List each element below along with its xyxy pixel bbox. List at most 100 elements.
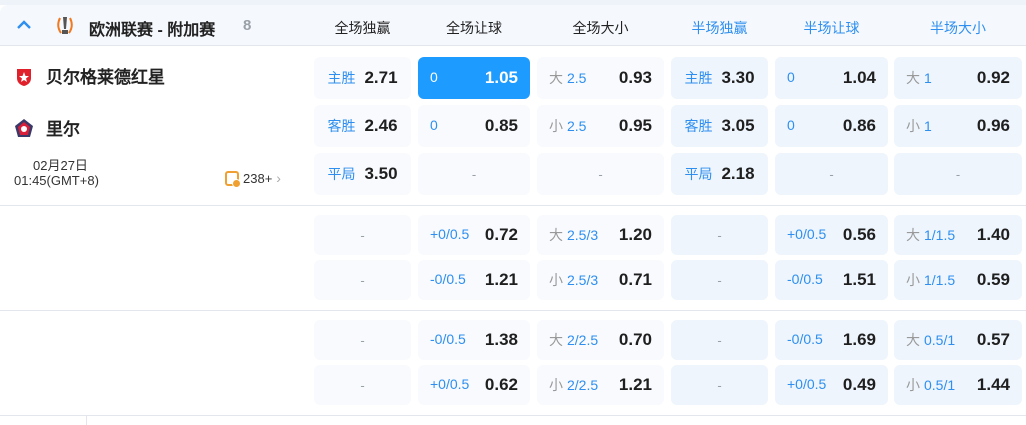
- odds-label: 0.5/1: [924, 377, 956, 393]
- odds-label: +0/0.5: [430, 376, 470, 392]
- odds-label: 客胜: [327, 118, 356, 134]
- odds-cell: -: [314, 320, 411, 360]
- odds-label: 0: [430, 117, 438, 133]
- odds-cell[interactable]: 0 0.86: [775, 105, 888, 147]
- odds-value: 3.50: [364, 164, 398, 183]
- odds-cell[interactable]: 0 1.05: [418, 57, 530, 99]
- odds-value: 1.44: [976, 375, 1010, 394]
- odds-cell[interactable]: 平局 2.18: [671, 153, 768, 195]
- more-bets-link[interactable]: 238+ ›: [225, 170, 281, 188]
- odds-cell[interactable]: -0/0.5 1.38: [418, 320, 530, 360]
- odds-label: -0/0.5: [430, 331, 466, 347]
- over-under-prefix: 小: [906, 118, 920, 134]
- odds-cell[interactable]: 大 2.5 0.93: [537, 57, 664, 99]
- over-under-prefix: 小: [906, 272, 920, 288]
- odds-cell: -: [671, 260, 768, 300]
- odds-label: 0: [787, 117, 795, 133]
- column-header-ft-1x2: 全场独赢: [334, 20, 391, 36]
- empty-odds: -: [360, 227, 365, 243]
- chevron-up-icon[interactable]: [14, 17, 34, 33]
- odds-cell[interactable]: 小 2.5 0.95: [537, 105, 664, 147]
- odds-label: +0/0.5: [787, 376, 827, 392]
- odds-value: 1.51: [842, 270, 876, 289]
- odds-cell[interactable]: +0/0.5 0.62: [418, 365, 530, 405]
- odds-value: 0.86: [842, 116, 876, 135]
- odds-label: 客胜: [684, 118, 713, 134]
- odds-cell[interactable]: 小 2/2.5 1.21: [537, 365, 664, 405]
- divider: [86, 416, 87, 425]
- over-under-prefix: 小: [906, 377, 920, 393]
- odds-cell[interactable]: -0/0.5 1.69: [775, 320, 888, 360]
- odds-cell[interactable]: 主胜 2.71: [314, 57, 411, 99]
- over-under-prefix: 大: [906, 332, 920, 348]
- odds-cell[interactable]: 大 1 0.92: [894, 57, 1022, 99]
- odds-cell[interactable]: +0/0.5 0.56: [775, 215, 888, 255]
- odds-cell: -: [775, 153, 888, 195]
- lille-badge-icon: [15, 118, 33, 137]
- odds-value: 0.92: [976, 68, 1010, 87]
- odds-cell[interactable]: 0 0.85: [418, 105, 530, 147]
- odds-value: 0.49: [842, 375, 876, 394]
- odds-value: 3.30: [721, 68, 755, 87]
- odds-cell[interactable]: 0 1.04: [775, 57, 888, 99]
- divider: [0, 415, 1026, 416]
- odds-label: 平局: [684, 166, 713, 182]
- odds-cell[interactable]: +0/0.5 0.72: [418, 215, 530, 255]
- column-header-ht-total: 半场大小: [930, 20, 986, 36]
- odds-cell[interactable]: 大 2.5/3 1.20: [537, 215, 664, 255]
- odds-cell[interactable]: 小 1/1.5 0.59: [894, 260, 1022, 300]
- empty-odds: -: [360, 377, 365, 393]
- odds-cell[interactable]: 客胜 2.46: [314, 105, 411, 147]
- column-header-ht-handicap: 半场让球: [803, 20, 860, 36]
- odds-cell: -: [314, 215, 411, 255]
- odds-cell: -: [671, 320, 768, 360]
- away-team[interactable]: 里尔: [14, 115, 80, 140]
- odds-value: 1.21: [618, 375, 652, 394]
- odds-cell[interactable]: -0/0.5 1.21: [418, 260, 530, 300]
- odds-value: 0.70: [618, 330, 652, 349]
- odds-cell: -: [894, 153, 1022, 195]
- odds-cell[interactable]: 大 1/1.5 1.40: [894, 215, 1022, 255]
- over-under-prefix: 大: [549, 227, 563, 243]
- odds-value: 0.62: [484, 375, 518, 394]
- home-team[interactable]: 贝尔格莱德红星: [14, 63, 165, 88]
- bets-icon: [225, 170, 241, 188]
- odds-label: -0/0.5: [430, 271, 466, 287]
- over-under-prefix: 大: [906, 70, 920, 86]
- odds-cell[interactable]: 小 0.5/1 1.44: [894, 365, 1022, 405]
- odds-label: 2.5/3: [567, 272, 599, 288]
- column-header-ht-1x2: 半场独赢: [691, 20, 748, 36]
- empty-odds: -: [717, 332, 722, 348]
- odds-cell[interactable]: +0/0.5 0.49: [775, 365, 888, 405]
- odds-value: 0.95: [618, 116, 652, 135]
- match-date: 02月27日: [33, 158, 88, 173]
- odds-cell[interactable]: 小 1 0.96: [894, 105, 1022, 147]
- odds-value: 0.71: [618, 270, 652, 289]
- odds-label: 主胜: [327, 70, 356, 86]
- odds-label: 平局: [327, 166, 356, 182]
- odds-cell[interactable]: -0/0.5 1.51: [775, 260, 888, 300]
- odds-cell[interactable]: 主胜 3.30: [671, 57, 768, 99]
- empty-odds: -: [360, 272, 365, 288]
- odds-value: 0.85: [484, 116, 518, 135]
- odds-cell[interactable]: 大 2/2.5 0.70: [537, 320, 664, 360]
- column-header-ft-total: 全场大小: [572, 20, 629, 36]
- odds-cell[interactable]: 平局 3.50: [314, 153, 411, 195]
- odds-label: 0: [787, 69, 795, 85]
- empty-odds: -: [829, 166, 834, 182]
- odds-cell[interactable]: 大 0.5/1 0.57: [894, 320, 1022, 360]
- over-under-prefix: 大: [549, 332, 563, 348]
- empty-odds: -: [360, 332, 365, 348]
- odds-value: 0.57: [976, 330, 1010, 349]
- match-time: 01:45(GMT+8): [14, 173, 99, 188]
- odds-value: 1.40: [976, 225, 1010, 244]
- odds-label: 0.5/1: [924, 332, 956, 348]
- league-name: 欧洲联赛 - 附加赛: [89, 22, 216, 39]
- odds-label: 1: [924, 70, 932, 86]
- odds-cell[interactable]: 小 2.5/3 0.71: [537, 260, 664, 300]
- odds-label: 2/2.5: [567, 377, 599, 393]
- odds-cell[interactable]: 客胜 3.05: [671, 105, 768, 147]
- odds-label: -0/0.5: [787, 331, 823, 347]
- odds-value: 0.96: [976, 116, 1010, 135]
- league-header[interactable]: 欧洲联赛 - 附加赛 8 全场独赢 全场让球 全场大小 半场独赢 半场让球 半场…: [0, 5, 1026, 46]
